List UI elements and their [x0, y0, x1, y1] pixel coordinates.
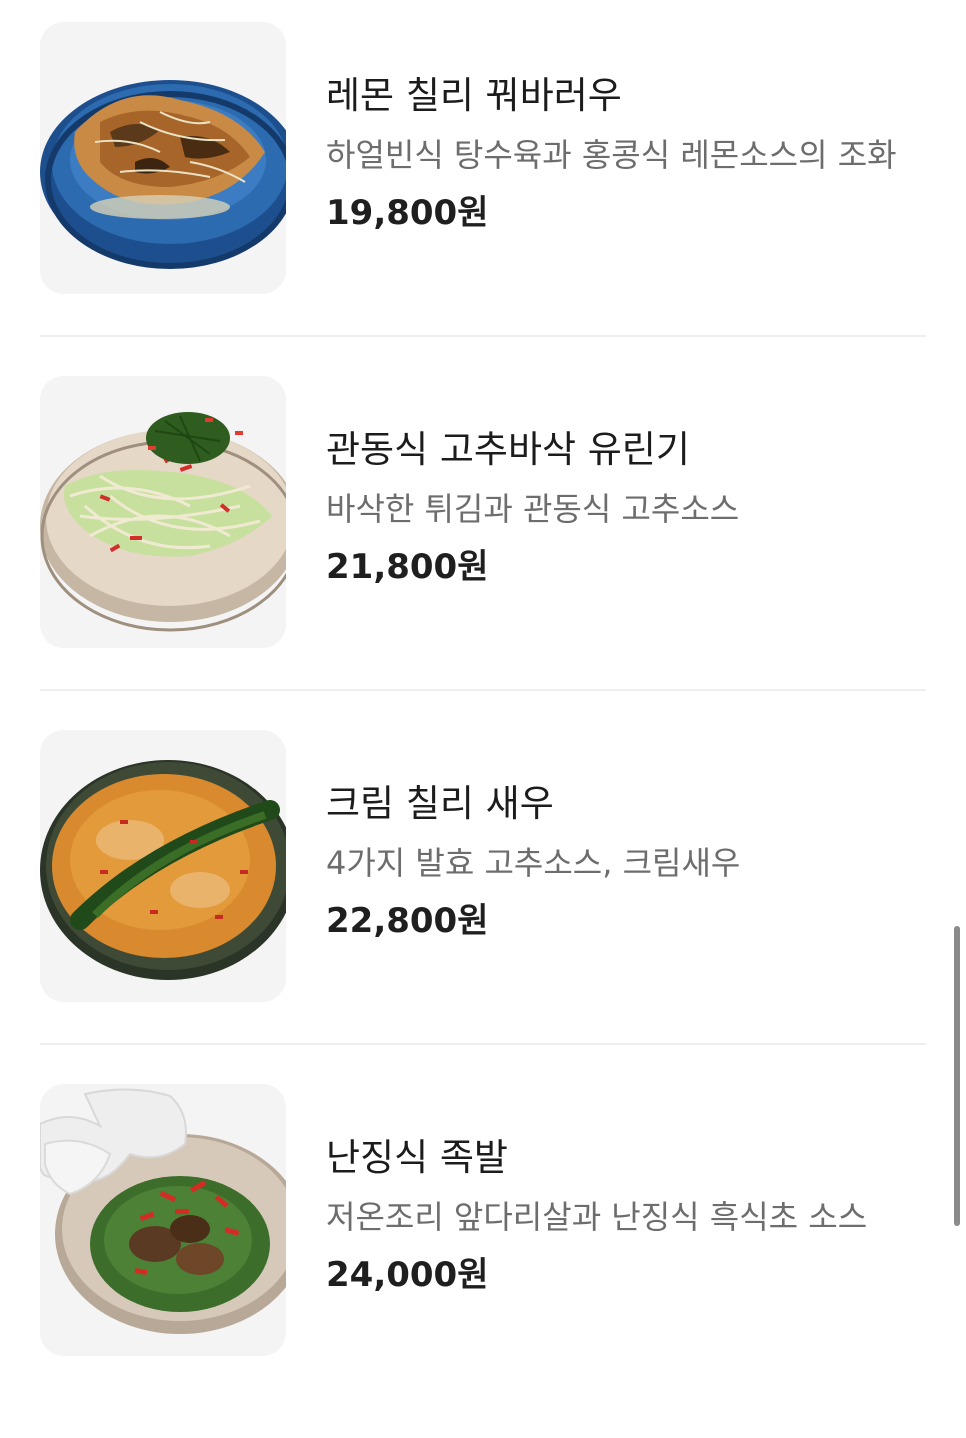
- divider: [40, 1043, 926, 1045]
- menu-item-price: 21,800원: [326, 547, 489, 587]
- menu-item-price: 24,000원: [326, 1255, 489, 1295]
- menu-item-name: 레몬 칠리 꿔바러우: [326, 74, 622, 117]
- menu-item-name: 크림 칠리 새우: [326, 782, 554, 825]
- cream-chili-shrimp-on-green-plate-icon: [40, 730, 286, 1002]
- menu-item-name: 관동식 고추바삭 유린기: [326, 428, 690, 471]
- menu-item-info: 크림 칠리 새우 4가지 발효 고추소스, 크림새우 22,800원: [326, 780, 926, 944]
- menu-item-price: 19,800원: [326, 193, 489, 233]
- menu-item-info: 레몬 칠리 꿔바러우 하얼빈식 탕수육과 홍콩식 레몬소스의 조화 19,800…: [326, 72, 926, 236]
- menu-item-guandong-yurinki[interactable]: 관동식 고추바삭 유린기 바삭한 튀김과 관동식 고추소스 21,800원: [40, 376, 926, 730]
- fried-pork-on-blue-plate-icon: [40, 22, 286, 294]
- menu-item-description: 저온조리 앞다리살과 난징식 흑식초 소스: [326, 1198, 868, 1236]
- menu-item-info: 관동식 고추바삭 유린기 바삭한 튀김과 관동식 고추소스 21,800원: [326, 426, 926, 590]
- divider: [40, 335, 926, 337]
- menu-item-image[interactable]: [40, 376, 286, 648]
- scrollbar[interactable]: [954, 926, 960, 1226]
- divider: [40, 689, 926, 691]
- menu-item-description: 바삭한 튀김과 관동식 고추소스: [326, 490, 740, 528]
- menu-item-description: 4가지 발효 고추소스, 크림새우: [326, 844, 741, 882]
- pork-hock-with-rice-crisps-icon: [40, 1084, 286, 1356]
- menu-item-description: 하얼빈식 탕수육과 홍콩식 레몬소스의 조화: [326, 136, 897, 174]
- menu-item-name: 난징식 족발: [326, 1136, 508, 1179]
- menu-item-lemon-chili-guobaorou[interactable]: 레몬 칠리 꿔바러우 하얼빈식 탕수육과 홍콩식 레몬소스의 조화 19,800…: [40, 22, 926, 376]
- menu-item-nanjing-jokbal[interactable]: 난징식 족발 저온조리 앞다리살과 난징식 흑식초 소스 24,000원: [40, 1084, 926, 1438]
- menu-item-cream-chili-shrimp[interactable]: 크림 칠리 새우 4가지 발효 고추소스, 크림새우 22,800원: [40, 730, 926, 1084]
- menu-list: 레몬 칠리 꿔바러우 하얼빈식 탕수육과 홍콩식 레몬소스의 조화 19,800…: [40, 22, 926, 1438]
- menu-item-image[interactable]: [40, 730, 286, 1002]
- menu-item-image[interactable]: [40, 22, 286, 294]
- menu-item-image[interactable]: [40, 1084, 286, 1356]
- menu-item-price: 22,800원: [326, 901, 489, 941]
- menu-item-info: 난징식 족발 저온조리 앞다리살과 난징식 흑식초 소스 24,000원: [326, 1134, 926, 1298]
- fried-chicken-salad-on-beige-plate-icon: [40, 376, 286, 648]
